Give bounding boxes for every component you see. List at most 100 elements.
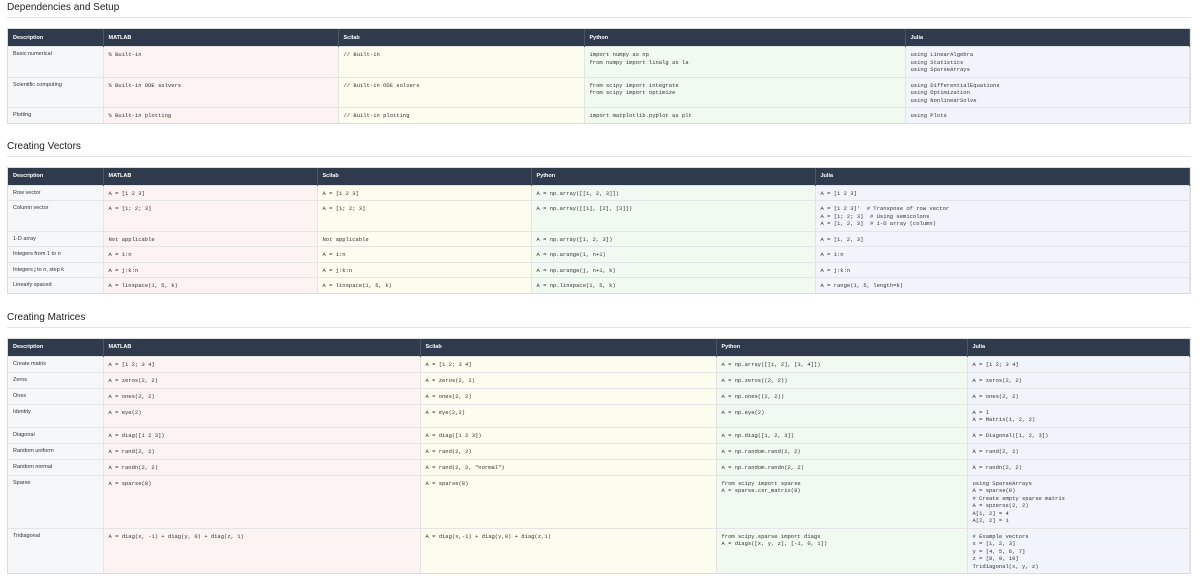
row-description: Create matrix [8, 355, 104, 372]
julia-cell: A = [1, 2, 3] [815, 230, 1190, 247]
matlab-cell: A = sparse(8) [103, 474, 421, 528]
table-row: Identity A = eye(2) A = eye(2,2) A = np.… [8, 403, 1190, 427]
row-description: Basic numerical [8, 46, 104, 77]
matlab-cell: A = ones(2, 2) [103, 387, 421, 404]
column-header-scilab: Scilab [317, 167, 532, 185]
table-row: Random normal A = randn(2, 2) A = rand(2… [8, 458, 1190, 475]
scilab-cell: A = rand(2, 2) [420, 442, 717, 459]
table-row: Column vector A = [1; 2; 3] A = [1; 2; 3… [8, 200, 1190, 231]
row-description: Integers j to n, step k [8, 261, 104, 278]
table-row: Linearly spaced A = linspace(1, 5, k) A … [8, 277, 1190, 293]
table-row: 1-D array Not applicable Not applicable … [8, 230, 1190, 247]
dependencies-table: Description MATLAB Scilab Python Julia B… [7, 28, 1191, 124]
python-cell: from scipy import sparse A = sparse.csr_… [716, 474, 968, 528]
matlab-cell: A = [1; 2; 3] [103, 200, 318, 231]
column-header-python: Python [531, 167, 816, 185]
scilab-cell: A = sparse(8) [420, 474, 717, 528]
row-description: Plotting [8, 107, 104, 123]
python-cell: A = np.array([1, 2, 3]) [531, 230, 816, 247]
python-cell: A = np.eye(2) [716, 403, 968, 427]
julia-cell: A = I A = Matrix(1, 2, 2) [967, 403, 1190, 427]
python-cell: from scipy import integrate from scipy i… [584, 76, 906, 108]
matlab-cell: % Built-in ODE solvers [103, 76, 339, 108]
column-header-description: Description [8, 29, 104, 47]
python-cell: A = np.array([[1, 2], [3, 4]]) [716, 355, 968, 372]
matlab-cell: % Built-in plotting [103, 107, 339, 123]
julia-cell: using SparseArrays A = sparse(8) # Creat… [967, 474, 1190, 528]
column-header-python: Python [716, 338, 968, 356]
python-cell: A = np.array([[1, 2, 3]]) [531, 184, 816, 201]
table-row: Plotting % Built-in plotting // Built-in… [8, 107, 1190, 123]
scilab-cell: A = [1 2 3] [317, 184, 532, 201]
row-description: Sparse [8, 474, 104, 528]
matlab-cell: A = zeros(2, 2) [103, 371, 421, 388]
scilab-cell: // Built-in plotting [338, 107, 585, 123]
python-cell: A = np.random.randn(2, 2) [716, 458, 968, 475]
table-row: Row vector A = [1 2 3] A = [1 2 3] A = n… [8, 184, 1190, 201]
column-header-julia: Julia [967, 338, 1190, 356]
scilab-cell: A = 1:n [317, 246, 532, 262]
scilab-cell: Not applicable [317, 230, 532, 247]
table-row: Scientific computing % Built-in ODE solv… [8, 76, 1190, 108]
section-creating-vectors: Creating Vectors Description MATLAB Scil… [7, 141, 1191, 294]
row-description: Column vector [8, 200, 104, 231]
julia-cell: A = 1:n [815, 246, 1190, 262]
julia-cell: using LinearAlgebra using Statistics usi… [905, 46, 1190, 77]
scilab-cell: // Built-in ODE solvers [338, 76, 585, 108]
python-cell: A = np.array([[1], [2], [3]]) [531, 200, 816, 231]
matlab-cell: A = randn(2, 2) [103, 458, 421, 475]
row-description: Row vector [8, 184, 104, 201]
julia-cell: A = j:k:n [815, 261, 1190, 278]
row-description: Integers from 1 to n [8, 246, 104, 262]
scilab-cell: // Built-in [338, 46, 585, 77]
row-description: Diagonal [8, 426, 104, 443]
section-creating-matrices: Creating Matrices Description MATLAB Sci… [7, 312, 1191, 574]
matlab-cell: A = diag([1 2 3]) [103, 426, 421, 443]
python-cell: A = np.zeros((2, 2)) [716, 371, 968, 388]
table-row: Integers from 1 to n A = 1:n A = 1:n A =… [8, 246, 1190, 262]
table-row: Ones A = ones(2, 2) A = ones(2, 2) A = n… [8, 387, 1190, 404]
scilab-cell: A = linspace(1, 5, k) [317, 277, 532, 293]
python-cell: A = np.random.rand(2, 2) [716, 442, 968, 459]
julia-cell: A = Diagonal([1, 2, 3]) [967, 426, 1190, 443]
matlab-cell: A = linspace(1, 5, k) [103, 277, 318, 293]
matlab-cell: A = [1 2; 3 4] [103, 355, 421, 372]
row-description: Random uniform [8, 442, 104, 459]
matlab-cell: % Built-in [103, 46, 339, 77]
column-header-matlab: MATLAB [103, 167, 318, 185]
matlab-cell: A = [1 2 3] [103, 184, 318, 201]
row-description: Zeros [8, 371, 104, 388]
column-header-description: Description [8, 167, 104, 185]
matrices-table: Description MATLAB Scilab Python Julia C… [7, 337, 1191, 574]
table-row: Basic numerical % Built-in // Built-in i… [8, 46, 1190, 77]
python-cell: A = np.ones((2, 2)) [716, 387, 968, 404]
julia-cell: # Example vectors x = [1, 2, 3] y = [4, … [967, 527, 1190, 573]
column-header-matlab: MATLAB [103, 338, 421, 356]
page: Dependencies and Setup Description MATLA… [0, 0, 1199, 574]
julia-cell: A = [1 2 3] [815, 184, 1190, 201]
scilab-cell: A = ones(2, 2) [420, 387, 717, 404]
matlab-cell: A = eye(2) [103, 403, 421, 427]
column-header-description: Description [8, 338, 104, 356]
column-header-python: Python [584, 29, 906, 47]
column-header-julia: Julia [815, 167, 1190, 185]
section-dependencies: Dependencies and Setup Description MATLA… [7, 0, 1191, 124]
matlab-cell: A = rand(2, 2) [103, 442, 421, 459]
matlab-cell: A = 1:n [103, 246, 318, 262]
table-header-row: Description MATLAB Scilab Python Julia [8, 338, 1190, 356]
table-row: Random uniform A = rand(2, 2) A = rand(2… [8, 442, 1190, 459]
section-title: Dependencies and Setup [7, 0, 1191, 18]
column-header-scilab: Scilab [338, 29, 585, 47]
python-cell: import numpy as np from numpy import lin… [584, 46, 906, 77]
julia-cell: A = rand(2, 2) [967, 442, 1190, 459]
column-header-scilab: Scilab [420, 338, 717, 356]
python-cell: A = np.diag([1, 2, 3]) [716, 426, 968, 443]
table-row: Create matrix A = [1 2; 3 4] A = [1 2; 3… [8, 355, 1190, 372]
table-row: Diagonal A = diag([1 2 3]) A = diag([1 2… [8, 426, 1190, 443]
row-description: Ones [8, 387, 104, 404]
python-cell: import matplotlib.pyplot as plt [584, 107, 906, 123]
python-cell: A = np.linspace(1, 5, k) [531, 277, 816, 293]
scilab-cell: A = j:k:n [317, 261, 532, 278]
row-description: Tridiagonal [8, 527, 104, 573]
matlab-cell: Not applicable [103, 230, 318, 247]
